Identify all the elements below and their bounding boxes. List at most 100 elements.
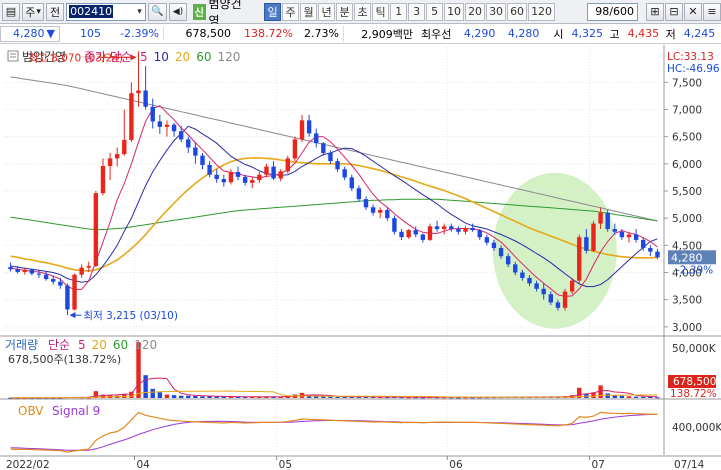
volume-value: 678,500 bbox=[163, 27, 235, 40]
period-tab-10[interactable]: 10 bbox=[444, 2, 465, 21]
candle-body bbox=[392, 218, 397, 232]
candle-body bbox=[58, 281, 63, 286]
candle-body bbox=[43, 274, 49, 280]
period-tab-3[interactable]: 3 bbox=[408, 2, 426, 21]
period-tab-120[interactable]: 120 bbox=[528, 2, 556, 21]
candle-body bbox=[171, 124, 177, 132]
x-tick-label: 05 bbox=[279, 459, 292, 470]
y-tick-label: 5,500 bbox=[672, 186, 702, 198]
x-tick-label: 2022/02 bbox=[6, 459, 50, 470]
current-price-value: 4,280 bbox=[13, 27, 45, 40]
candle-body bbox=[164, 124, 170, 127]
candle-body bbox=[534, 283, 539, 289]
volume-bar bbox=[321, 396, 326, 398]
candle-body bbox=[598, 212, 603, 224]
search-icon[interactable]: 🔍 bbox=[147, 2, 167, 21]
candle-body bbox=[441, 226, 447, 230]
period-tab-초[interactable]: 초 bbox=[354, 2, 372, 21]
prev-button[interactable]: 전 bbox=[46, 2, 65, 21]
candle-body bbox=[655, 251, 660, 258]
period-tab-1[interactable]: 1 bbox=[390, 2, 408, 21]
candle-body bbox=[505, 256, 511, 265]
menu-icon[interactable]: ≡ bbox=[703, 2, 721, 21]
candle-body bbox=[72, 274, 77, 310]
volume-bar bbox=[143, 375, 148, 398]
volume-value-label: 678,500주(138.72%) bbox=[8, 353, 121, 366]
quote-bar: 4,280 ▼ 105 -2.39% 678,500 138.72% 2.73% … bbox=[0, 24, 721, 44]
candle-body bbox=[207, 164, 212, 175]
candle-body bbox=[221, 179, 227, 183]
period-tab-분[interactable]: 분 bbox=[336, 2, 354, 21]
chevron-down-icon[interactable]: ▾ bbox=[136, 7, 143, 17]
toolbar: ▤ 주 ▾ 전 002410 ▾ 🔍 ◀) 신 범양건영 일 주 월 년 분 초 틱 1 3 5 10 2… bbox=[0, 0, 721, 28]
period-tab-년[interactable]: 년 bbox=[318, 2, 336, 21]
market-label: 주 bbox=[25, 5, 36, 19]
volume-bar bbox=[207, 396, 212, 398]
candle-body bbox=[470, 227, 475, 231]
minus-chart-icon[interactable]: ⊟ bbox=[665, 2, 683, 21]
candle-body bbox=[193, 147, 198, 156]
period-tab-60[interactable]: 60 bbox=[507, 2, 528, 21]
candle-body bbox=[86, 265, 91, 268]
down-arrow-icon: ▼ bbox=[46, 27, 55, 40]
candle-body bbox=[498, 248, 504, 257]
x-tick-label: 06 bbox=[449, 459, 463, 470]
list-icon[interactable]: ▤ bbox=[2, 2, 20, 21]
change-percent: -2.39% bbox=[120, 27, 159, 40]
y-tick-label: 6,500 bbox=[672, 132, 702, 144]
volume-bar bbox=[626, 396, 632, 398]
period-tab-일[interactable]: 일 bbox=[264, 2, 282, 21]
sound-icon[interactable]: ◀) bbox=[168, 2, 187, 21]
current-price-box-label: 4,280 bbox=[671, 251, 703, 264]
candle-body bbox=[51, 279, 56, 282]
stock-code-input[interactable]: 002410 ▾ bbox=[66, 2, 146, 21]
candle-body bbox=[22, 269, 27, 272]
period-tab-5[interactable]: 5 bbox=[426, 2, 444, 21]
current-price-pct-label: -2.39% bbox=[676, 264, 713, 276]
panel-menu-icon[interactable] bbox=[7, 50, 19, 62]
credit-badge: 신 bbox=[192, 3, 206, 20]
high-price: 4,435 bbox=[627, 27, 660, 40]
lc-label: LC:33.13 bbox=[667, 51, 714, 63]
period-tab-주[interactable]: 주 bbox=[282, 2, 300, 21]
stock-chart[interactable]: 7,5007,0006,5006,0005,5005,0004,5004,000… bbox=[0, 45, 721, 470]
volume-bar bbox=[641, 396, 646, 398]
candle-body bbox=[420, 234, 426, 240]
candle-body bbox=[449, 226, 454, 230]
period-tab-월[interactable]: 월 bbox=[300, 2, 318, 21]
period-tab-20[interactable]: 20 bbox=[465, 2, 486, 21]
candle-body bbox=[456, 229, 461, 232]
ma-legend-periods: 5 10 20 60 120 bbox=[140, 50, 240, 64]
candle-body bbox=[619, 231, 625, 238]
candle-body bbox=[612, 229, 617, 232]
candle-body bbox=[143, 90, 148, 107]
candle-body bbox=[399, 231, 404, 238]
close-icon[interactable]: ✕ bbox=[684, 2, 702, 21]
market-select[interactable]: 주 ▾ bbox=[22, 2, 45, 21]
ma-legend-period-60: 60 bbox=[196, 50, 211, 64]
candle-body bbox=[555, 302, 561, 308]
volume-ma-label: 단순 bbox=[48, 338, 70, 352]
volume-bar bbox=[619, 395, 625, 398]
candle-body bbox=[285, 158, 290, 172]
volume-bar bbox=[150, 388, 155, 398]
y-tick-label: 3,000 bbox=[672, 322, 702, 334]
volume-label: 거래량 bbox=[5, 338, 38, 352]
candle-body bbox=[122, 139, 127, 155]
volume-bar bbox=[157, 392, 163, 398]
candle-body bbox=[434, 226, 440, 230]
candle-body bbox=[228, 171, 234, 183]
volume-ma-period-60: 60 bbox=[113, 338, 128, 352]
add-chart-icon[interactable]: ⊞ bbox=[646, 2, 664, 21]
x-tick-label: 07/14 bbox=[674, 459, 705, 470]
candle-body bbox=[100, 166, 106, 194]
candle-body bbox=[264, 166, 269, 175]
turnover-ratio: 138.72% bbox=[244, 27, 293, 40]
candle-body bbox=[178, 131, 184, 140]
period-tab-30[interactable]: 30 bbox=[486, 2, 507, 21]
candle-body bbox=[491, 242, 497, 249]
volume-bar bbox=[178, 395, 184, 398]
period-tab-틱[interactable]: 틱 bbox=[372, 2, 390, 21]
data-count-input[interactable]: 98/600 bbox=[587, 2, 638, 21]
candle-body bbox=[541, 288, 546, 295]
